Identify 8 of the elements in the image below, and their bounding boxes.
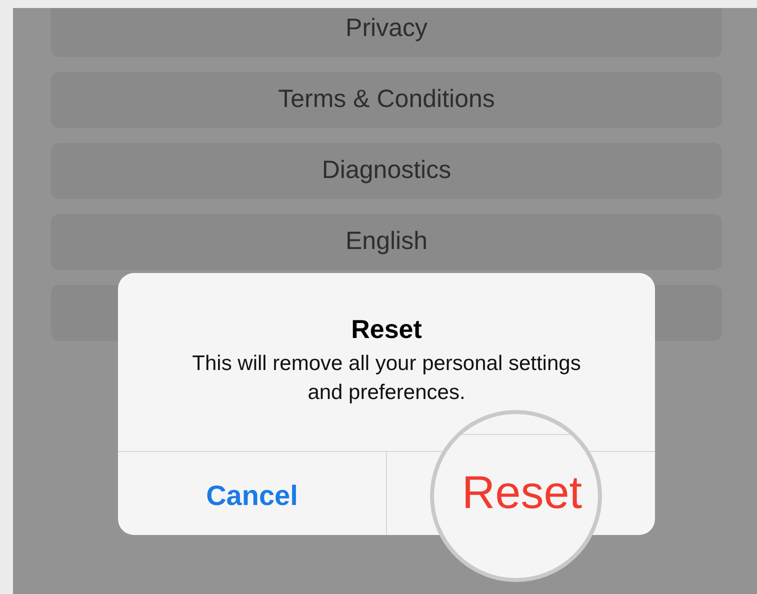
settings-button[interactable]: Diagnostics xyxy=(51,143,722,199)
alert-title: Reset xyxy=(351,313,422,345)
settings-button[interactable]: English xyxy=(51,214,722,270)
cancel-button[interactable]: Cancel xyxy=(206,482,298,510)
settings-button[interactable]: Privacy xyxy=(51,8,722,57)
settings-button[interactable]: Terms & Conditions xyxy=(51,72,722,128)
reset-button[interactable]: Reset xyxy=(462,468,582,514)
alert-message: This will remove all your personal settings and preferences. xyxy=(191,351,582,406)
